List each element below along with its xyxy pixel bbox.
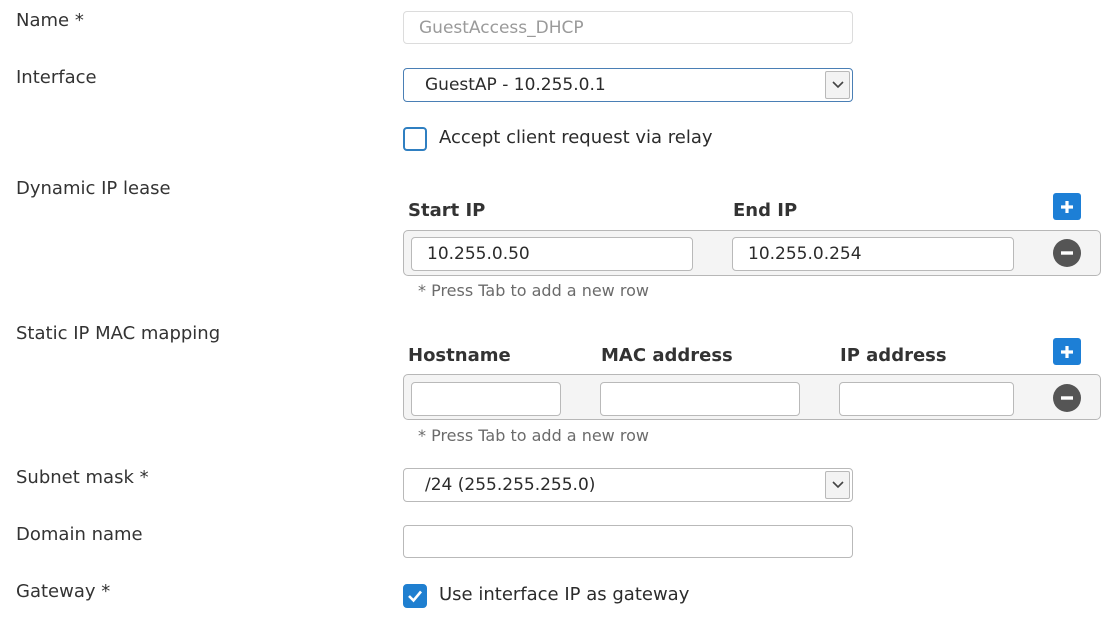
mac-address-input[interactable]: [600, 382, 800, 416]
hostname-input[interactable]: [411, 382, 561, 416]
hostname-header: Hostname: [408, 345, 511, 366]
gateway-label: Gateway *: [16, 581, 111, 602]
interface-select[interactable]: GuestAP - 10.255.0.1: [403, 68, 853, 102]
static-mapping-label: Static IP MAC mapping: [16, 323, 221, 344]
plus-icon: [1061, 200, 1073, 213]
name-label: Name *: [16, 10, 84, 31]
check-icon: [408, 590, 422, 603]
interface-label: Interface: [16, 67, 97, 88]
domain-name-label: Domain name: [16, 524, 143, 545]
remove-mapping-row-button[interactable]: [1053, 384, 1081, 412]
subnet-mask-value: /24 (255.255.255.0): [425, 475, 596, 495]
relay-checkbox-label: Accept client request via relay: [439, 127, 713, 148]
chevron-down-icon[interactable]: [825, 71, 850, 99]
add-lease-row-button[interactable]: [1053, 193, 1081, 220]
gateway-checkbox[interactable]: [403, 584, 427, 608]
mapping-hint: * Press Tab to add a new row: [418, 426, 649, 445]
name-field[interactable]: [403, 11, 853, 44]
interface-select-value: GuestAP - 10.255.0.1: [425, 75, 606, 95]
mac-address-header: MAC address: [601, 345, 733, 366]
gateway-checkbox-label: Use interface IP as gateway: [439, 584, 690, 605]
minus-circle-icon: [1061, 251, 1073, 255]
chevron-down-icon[interactable]: [825, 471, 850, 499]
dynamic-ip-lease-label: Dynamic IP lease: [16, 178, 171, 199]
lease-hint: * Press Tab to add a new row: [418, 281, 649, 300]
domain-name-field[interactable]: [403, 525, 853, 558]
static-mapping-row: [403, 374, 1101, 420]
end-ip-input[interactable]: [732, 237, 1014, 271]
start-ip-header: Start IP: [408, 200, 486, 221]
ip-address-header: IP address: [840, 345, 947, 366]
remove-lease-row-button[interactable]: [1053, 239, 1081, 267]
subnet-mask-label: Subnet mask *: [16, 467, 149, 488]
subnet-mask-select[interactable]: /24 (255.255.255.0): [403, 468, 853, 502]
ip-address-input[interactable]: [839, 382, 1014, 416]
relay-checkbox[interactable]: [403, 127, 427, 151]
add-mapping-row-button[interactable]: [1053, 338, 1081, 365]
end-ip-header: End IP: [733, 200, 798, 221]
plus-icon: [1061, 345, 1073, 358]
dynamic-lease-row: [403, 230, 1101, 276]
start-ip-input[interactable]: [411, 237, 693, 271]
minus-circle-icon: [1061, 396, 1073, 400]
